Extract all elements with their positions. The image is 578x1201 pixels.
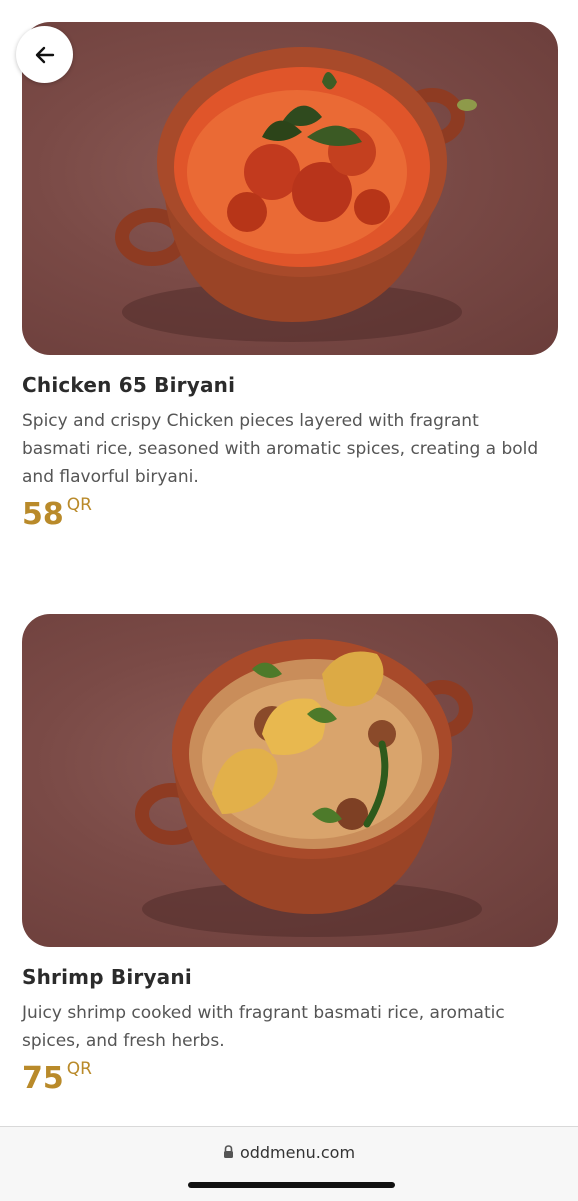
menu-item-shrimp-biryani[interactable]: Shrimp Biryani Juicy shrimp cooked with … [22,614,558,1096]
url-text: oddmenu.com [239,1143,356,1162]
price-currency: QR [66,1059,92,1079]
item-price: 75 QR [22,1059,558,1096]
item-description: Spicy and crispy Chicken pieces layered … [22,411,539,487]
dish-photo [22,614,558,947]
shrimp-biryani-image [135,639,482,937]
item-description: Juicy shrimp cooked with fragrant basmat… [22,1003,505,1051]
menu-item-chicken-65-biryani[interactable]: Chicken 65 Biryani Spicy and crispy Chic… [22,22,558,532]
price-currency: QR [66,495,92,515]
price-value: 75 [22,1061,64,1096]
item-price: 58 QR [22,495,558,532]
lock-icon [223,1144,234,1163]
arrow-left-icon [35,46,54,63]
address-bar[interactable]: oddmenu.com [0,1143,578,1163]
item-title: Shrimp Biryani [22,965,192,989]
back-button[interactable] [16,26,73,83]
item-title: Chicken 65 Biryani [22,373,236,397]
chicken-biryani-image [115,47,477,342]
price-value: 58 [22,497,64,532]
dish-photo [22,22,558,355]
home-indicator[interactable] [188,1182,395,1188]
browser-bottom-bar: oddmenu.com [0,1126,578,1201]
